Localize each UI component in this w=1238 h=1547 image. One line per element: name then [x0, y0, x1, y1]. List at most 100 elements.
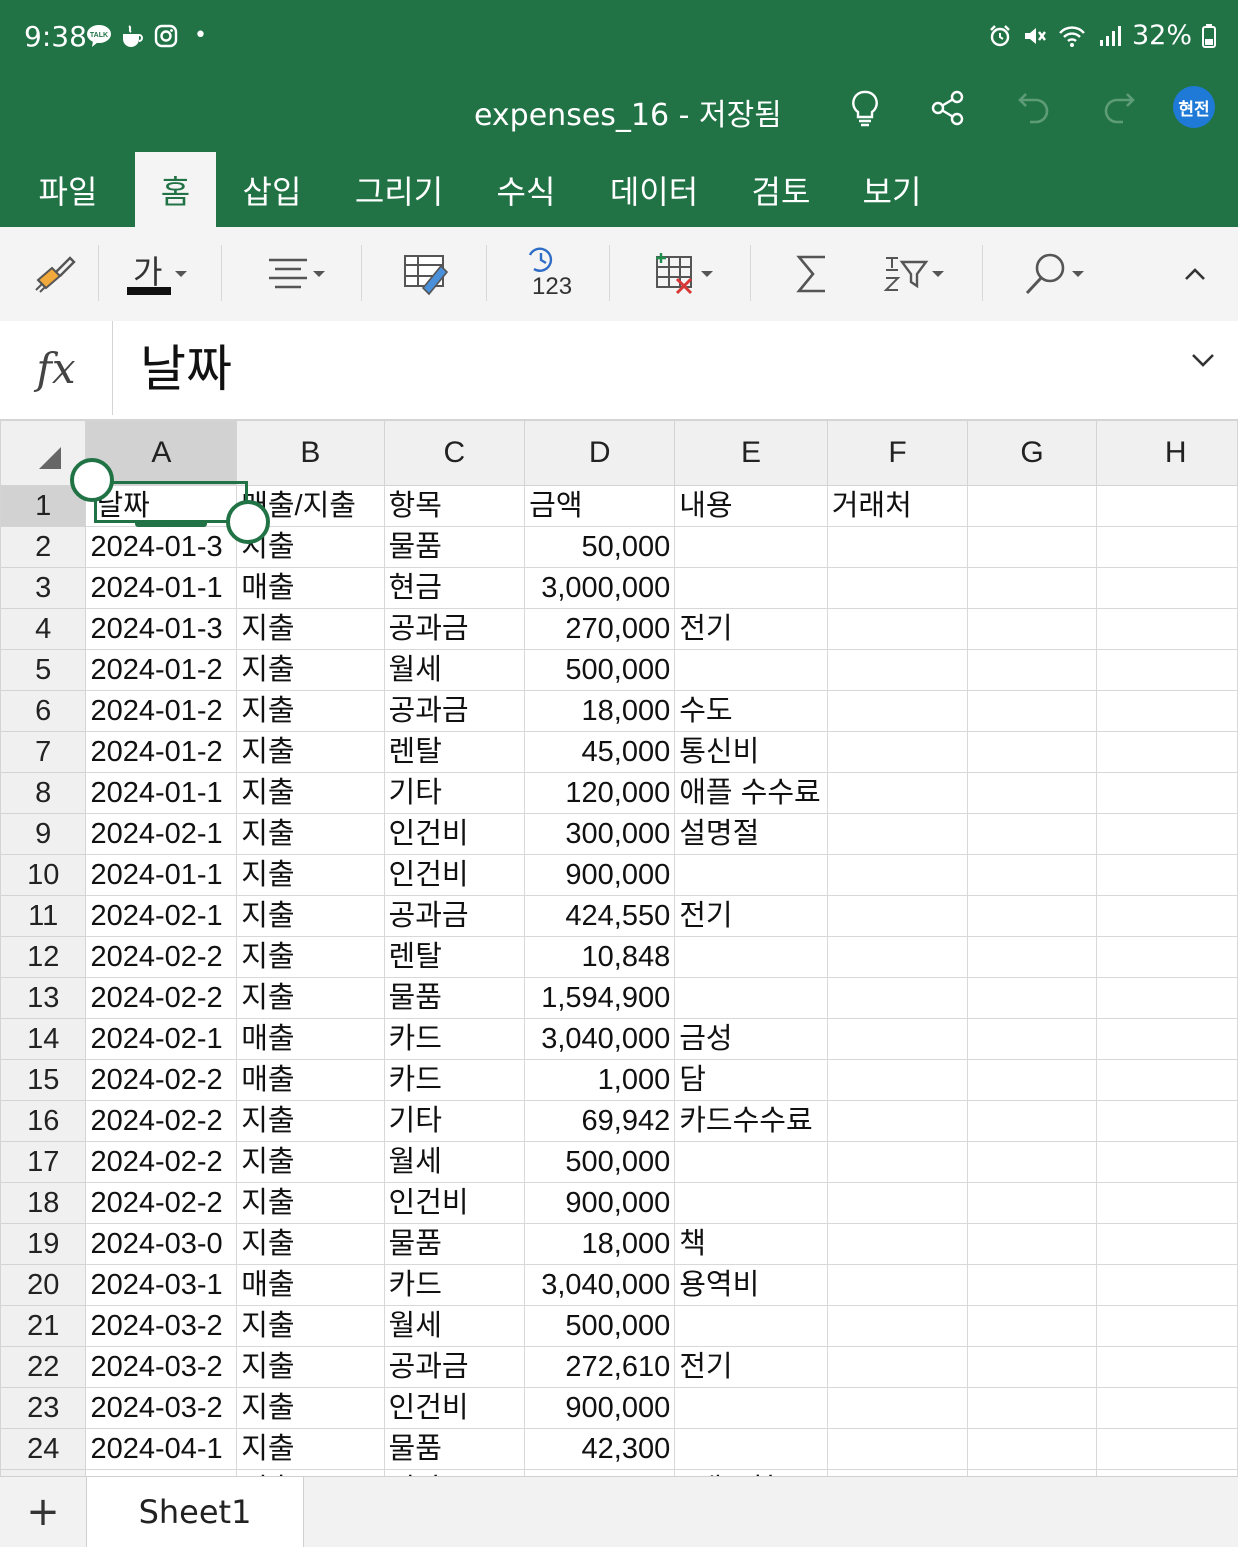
fx-button[interactable]: fx	[0, 321, 113, 415]
row-header[interactable]: 5	[0, 649, 87, 691]
tab-insert[interactable]: 삽입	[232, 152, 312, 227]
cell-e[interactable]: 전기	[674, 608, 828, 650]
cell-a[interactable]: 2024-02-2	[85, 1059, 238, 1101]
cell-c[interactable]: 월세	[383, 649, 526, 691]
cell-b[interactable]: 지출	[236, 649, 385, 691]
row-header[interactable]: 16	[0, 1100, 87, 1142]
cell-e[interactable]: 전기	[674, 895, 828, 937]
cell-b[interactable]: 지출	[236, 936, 385, 978]
cell-b[interactable]: 지출	[236, 895, 385, 937]
tab-formulas[interactable]: 수식	[486, 152, 566, 227]
row-header[interactable]: 19	[0, 1223, 87, 1265]
cell-g[interactable]	[967, 1100, 1097, 1142]
cell-c[interactable]: 공과금	[383, 608, 526, 650]
cell-b[interactable]: 지출	[236, 690, 385, 732]
cell-g[interactable]	[967, 813, 1097, 855]
cell-d[interactable]: 18,000	[524, 1223, 676, 1265]
account-avatar[interactable]: 현전	[1173, 86, 1215, 128]
cell-f[interactable]	[826, 1018, 969, 1060]
tab-data[interactable]: 데이터	[600, 152, 708, 227]
cell-a[interactable]: 2024-01-2	[85, 649, 238, 691]
cell-e[interactable]: 담	[674, 1059, 828, 1101]
row-header[interactable]: 4	[0, 608, 87, 650]
cell-b[interactable]: 매출	[236, 1018, 385, 1060]
cell-a[interactable]: 2024-01-3	[85, 608, 238, 650]
cell-h[interactable]	[1095, 813, 1238, 855]
row-header[interactable]: 22	[0, 1346, 87, 1388]
cell-g[interactable]	[967, 936, 1097, 978]
spreadsheet-grid[interactable]: A B C D E F G H 1 날짜 매출/지출 항목 금액 내용 거래처 2 2024-0…	[0, 420, 1238, 1476]
cell-c[interactable]: 카드	[383, 1059, 526, 1101]
lightbulb-icon[interactable]	[841, 84, 889, 132]
cell-a[interactable]: 2024-02-2	[85, 936, 238, 978]
tab-view[interactable]: 보기	[852, 152, 932, 227]
cell-g[interactable]	[967, 731, 1097, 773]
cell-b[interactable]: 지출	[236, 1346, 385, 1388]
cell-b[interactable]: 매출	[236, 567, 385, 609]
column-header-f[interactable]: F	[826, 420, 969, 486]
cell-g[interactable]	[967, 1428, 1097, 1470]
cell-c[interactable]: 카드	[383, 1264, 526, 1306]
cell-b[interactable]: 매출	[236, 1264, 385, 1306]
cell-h[interactable]	[1095, 731, 1238, 773]
cell-f[interactable]	[826, 813, 969, 855]
cell-b[interactable]: 지출	[236, 1141, 385, 1183]
cell-h[interactable]	[1095, 1141, 1238, 1183]
cell-a[interactable]: 2024-02-2	[85, 1182, 238, 1224]
cell-h[interactable]	[1095, 1018, 1238, 1060]
cell-b[interactable]: 지출	[236, 1182, 385, 1224]
cell-g[interactable]	[967, 526, 1097, 568]
cell-d[interactable]: 300,000	[524, 813, 676, 855]
cell-e[interactable]	[674, 936, 828, 978]
row-header[interactable]: 11	[0, 895, 87, 937]
cell-h[interactable]	[1095, 854, 1238, 896]
cell-d[interactable]: 3,040,000	[524, 1018, 676, 1060]
cell-e[interactable]	[674, 526, 828, 568]
cell-f[interactable]	[826, 526, 969, 568]
cell-b[interactable]: 지출	[236, 1387, 385, 1429]
cell-f[interactable]	[826, 1100, 969, 1142]
cell-g[interactable]	[967, 1018, 1097, 1060]
cell-d[interactable]: 3,000,000	[524, 567, 676, 609]
redo-icon[interactable]	[1095, 84, 1143, 132]
cell-h[interactable]	[1095, 1305, 1238, 1347]
cell-a[interactable]: 2024-01-1	[85, 567, 238, 609]
cell-e[interactable]: 전기	[674, 1346, 828, 1388]
row-header[interactable]: 6	[0, 690, 87, 732]
cell-g[interactable]	[967, 485, 1097, 527]
column-header-h[interactable]: H	[1095, 420, 1238, 486]
cell-h[interactable]	[1095, 1100, 1238, 1142]
column-header-d[interactable]: D	[524, 420, 676, 486]
cell-e[interactable]: 애플 수수료	[674, 772, 828, 814]
cell-a[interactable]: 2024-01-2	[85, 690, 238, 732]
cell-e[interactable]	[674, 567, 828, 609]
cell-d[interactable]: 금액	[524, 485, 676, 527]
cell-c[interactable]: 기타	[383, 772, 526, 814]
cell-f[interactable]	[826, 649, 969, 691]
cell-f[interactable]	[826, 895, 969, 937]
column-header-b[interactable]: B	[236, 420, 385, 486]
cell-b[interactable]: 지출	[236, 731, 385, 773]
cell-c[interactable]: 기타	[383, 1100, 526, 1142]
column-header-e[interactable]: E	[674, 420, 828, 486]
cell-c[interactable]: 월세	[383, 1141, 526, 1183]
cell-c[interactable]: 물품	[383, 1223, 526, 1265]
cell-e[interactable]: 용역비	[674, 1264, 828, 1306]
cell-a[interactable]: 2024-02-1	[85, 1018, 238, 1060]
row-header[interactable]: 15	[0, 1059, 87, 1101]
cell-d[interactable]: 500,000	[524, 1305, 676, 1347]
number-format-button[interactable]: 123	[518, 245, 578, 303]
cell-b[interactable]: 매출	[236, 1059, 385, 1101]
cell-f[interactable]	[826, 1305, 969, 1347]
cell-h[interactable]	[1095, 567, 1238, 609]
undo-icon[interactable]	[1010, 84, 1058, 132]
cell-g[interactable]	[967, 854, 1097, 896]
cell-c[interactable]: 인건비	[383, 1387, 526, 1429]
row-header[interactable]: 18	[0, 1182, 87, 1224]
cell-f[interactable]: 거래처	[826, 485, 969, 527]
sort-filter-button[interactable]	[876, 245, 952, 303]
cell-e[interactable]	[674, 1182, 828, 1224]
row-header[interactable]: 2	[0, 526, 87, 568]
row-header[interactable]: 20	[0, 1264, 87, 1306]
cell-g[interactable]	[967, 690, 1097, 732]
